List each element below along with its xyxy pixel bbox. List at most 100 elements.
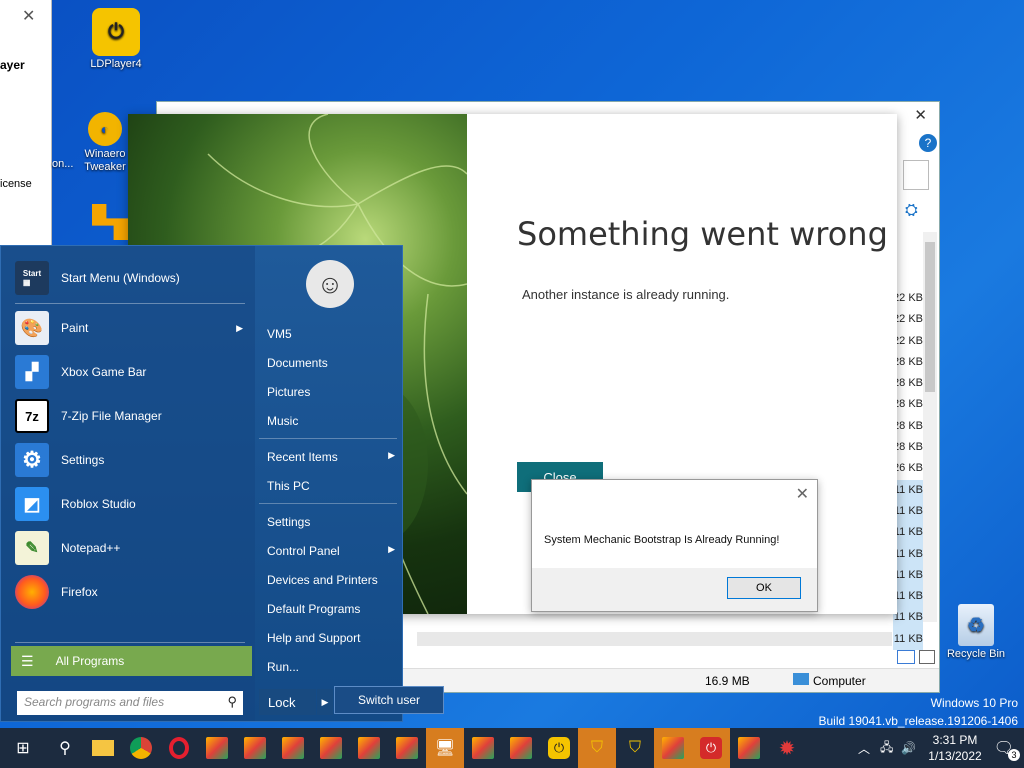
switch-user-button[interactable]: Switch user [334, 686, 444, 714]
taskbar-chrome[interactable] [122, 728, 160, 768]
program-label: Roblox Studio [61, 497, 136, 511]
desktop-icon-label: Recycle Bin [946, 648, 1006, 660]
program-notepadpp[interactable]: ✎ Notepad++ [15, 528, 247, 568]
divider [259, 503, 397, 504]
places-item-settings[interactable]: Settings [267, 515, 397, 529]
program-label: Firefox [61, 585, 98, 599]
shell-icon: ⛭ [905, 202, 918, 219]
places-item-documents[interactable]: Documents [267, 356, 397, 370]
taskbar-power-app[interactable]: ⏻ [692, 728, 730, 768]
winaero-icon: ◐ [88, 112, 122, 146]
program-roblox-studio[interactable]: ◩ Roblox Studio [15, 484, 247, 524]
close-icon[interactable]: ✕ [22, 6, 35, 26]
program-label: Notepad++ [61, 541, 121, 555]
volume-icon[interactable]: 🔊 [901, 741, 916, 755]
file-size: 11 KB [893, 628, 923, 651]
all-programs-label: All Programs [55, 654, 125, 668]
app-cube-icon [472, 737, 494, 759]
taskbar-app[interactable] [388, 728, 426, 768]
windows-watermark: Windows 10 Pro Build 19041.vb_release.19… [819, 694, 1019, 730]
tiles-view-icon[interactable] [919, 650, 935, 664]
places-item-music[interactable]: Music [267, 414, 397, 428]
lock-button[interactable]: Lock [259, 689, 316, 715]
program-paint[interactable]: 🎨 Paint ▶ [15, 308, 247, 348]
program-xbox-game-bar[interactable]: ▞ Xbox Game Bar [15, 352, 247, 392]
taskbar-app[interactable] [236, 728, 274, 768]
notification-center-icon[interactable]: 🗨 3 [994, 738, 1020, 761]
ok-button[interactable]: OK [727, 577, 801, 599]
start-button[interactable]: ⊞ [0, 728, 46, 768]
taskbar-search[interactable]: ⚲ [46, 728, 84, 768]
program-7zip[interactable]: 7z 7-Zip File Manager [15, 396, 247, 436]
places-item-thispc[interactable]: This PC [267, 479, 397, 493]
search-box[interactable] [903, 160, 929, 190]
file-size: 22 KB [893, 334, 923, 347]
ldplayer-icon: ⏻ [92, 8, 140, 56]
taskbar-opera[interactable] [160, 728, 198, 768]
chevron-right-icon: ▶ [321, 696, 329, 707]
divider [15, 303, 245, 304]
msgbox-text: System Mechanic Bootstrap Is Already Run… [544, 534, 780, 546]
submenu-arrow-icon: ▶ [388, 544, 395, 554]
places-item-recent[interactable]: Recent Items ▶ [267, 450, 397, 464]
search-placeholder: Search programs and files [24, 695, 165, 709]
desktop-icon-recycle-bin[interactable]: ♻ Recycle Bin [940, 604, 1012, 660]
scrollbar-thumb[interactable] [925, 242, 935, 392]
places-item-help[interactable]: Help and Support [267, 631, 397, 645]
all-programs-button[interactable]: ☰ All Programs [11, 646, 252, 676]
search-icon[interactable]: ⚲ [227, 694, 237, 710]
app-cube-icon [510, 737, 532, 759]
taskbar-app[interactable] [464, 728, 502, 768]
program-settings[interactable]: ⚙ Settings [15, 440, 247, 480]
taskbar-app[interactable] [350, 728, 388, 768]
taskbar-gear-app[interactable]: ✹ [768, 728, 806, 768]
status-location: Computer [813, 674, 866, 688]
program-start-menu-windows[interactable]: Start ▦ Start Menu (Windows) [15, 258, 247, 298]
file-size: 11 KB [893, 522, 923, 544]
program-label: Paint [61, 321, 89, 335]
power-options-arrow[interactable]: ▶ [317, 689, 333, 715]
places-item-default-programs[interactable]: Default Programs [267, 602, 397, 616]
places-item-pictures[interactable]: Pictures [267, 385, 397, 399]
taskbar-app[interactable] [274, 728, 312, 768]
taskbar-app[interactable] [502, 728, 540, 768]
app-cube-icon [244, 737, 266, 759]
taskbar-app[interactable] [654, 728, 692, 768]
vertical-scrollbar[interactable] [923, 232, 937, 622]
search-input[interactable]: Search programs and files ⚲ [17, 691, 243, 715]
taskbar-ldplayer[interactable]: ⏻ [540, 728, 578, 768]
details-view-icon[interactable] [897, 650, 915, 664]
file-size: 28 KB [893, 441, 923, 454]
places-item-run[interactable]: Run... [267, 660, 397, 674]
recycle-bin-icon: ♻ [958, 604, 994, 646]
chevron-up-icon[interactable]: ︿ [858, 740, 870, 757]
desktop-icon-ldplayer[interactable]: ⏻ LDPlayer4 [84, 8, 148, 70]
close-icon[interactable]: ✕ [796, 484, 809, 504]
desktop-app-icon[interactable] [92, 204, 128, 240]
taskbar-app[interactable] [198, 728, 236, 768]
taskbar-system-mechanic[interactable]: 🖥 [426, 728, 464, 768]
taskbar-shield-app[interactable]: ⛉ [578, 728, 616, 768]
network-icon[interactable]: 🖧 [880, 738, 893, 759]
desktop-icon-winaero[interactable]: ◐ Winaero Tweaker [80, 112, 130, 174]
places-item-user[interactable]: VM5 [267, 327, 397, 341]
app-cube-icon [206, 737, 228, 759]
program-firefox[interactable]: Firefox [15, 572, 247, 612]
windows-logo-icon: ⊞ [16, 740, 30, 757]
opera-icon [169, 737, 189, 759]
places-item-control-panel[interactable]: Control Panel ▶ [267, 544, 397, 558]
clock[interactable]: 3:31 PM 1/13/2022 [928, 732, 981, 764]
close-icon[interactable]: ✕ [914, 106, 927, 124]
file-size: 11 KB [893, 586, 923, 608]
taskbar-shield-app[interactable]: ⛉ [616, 728, 654, 768]
taskbar-app[interactable] [312, 728, 350, 768]
taskbar-file-explorer[interactable] [84, 728, 122, 768]
clock-time: 3:31 PM [932, 733, 978, 747]
file-size: 22 KB [893, 292, 923, 304]
taskbar-app[interactable] [730, 728, 768, 768]
help-icon[interactable]: ? [919, 134, 937, 152]
horizontal-scrollbar[interactable] [417, 632, 892, 646]
places-item-devices[interactable]: Devices and Printers [267, 573, 397, 587]
error-message: Another instance is already running. [522, 287, 730, 302]
xbox-game-bar-icon: ▞ [15, 355, 49, 389]
